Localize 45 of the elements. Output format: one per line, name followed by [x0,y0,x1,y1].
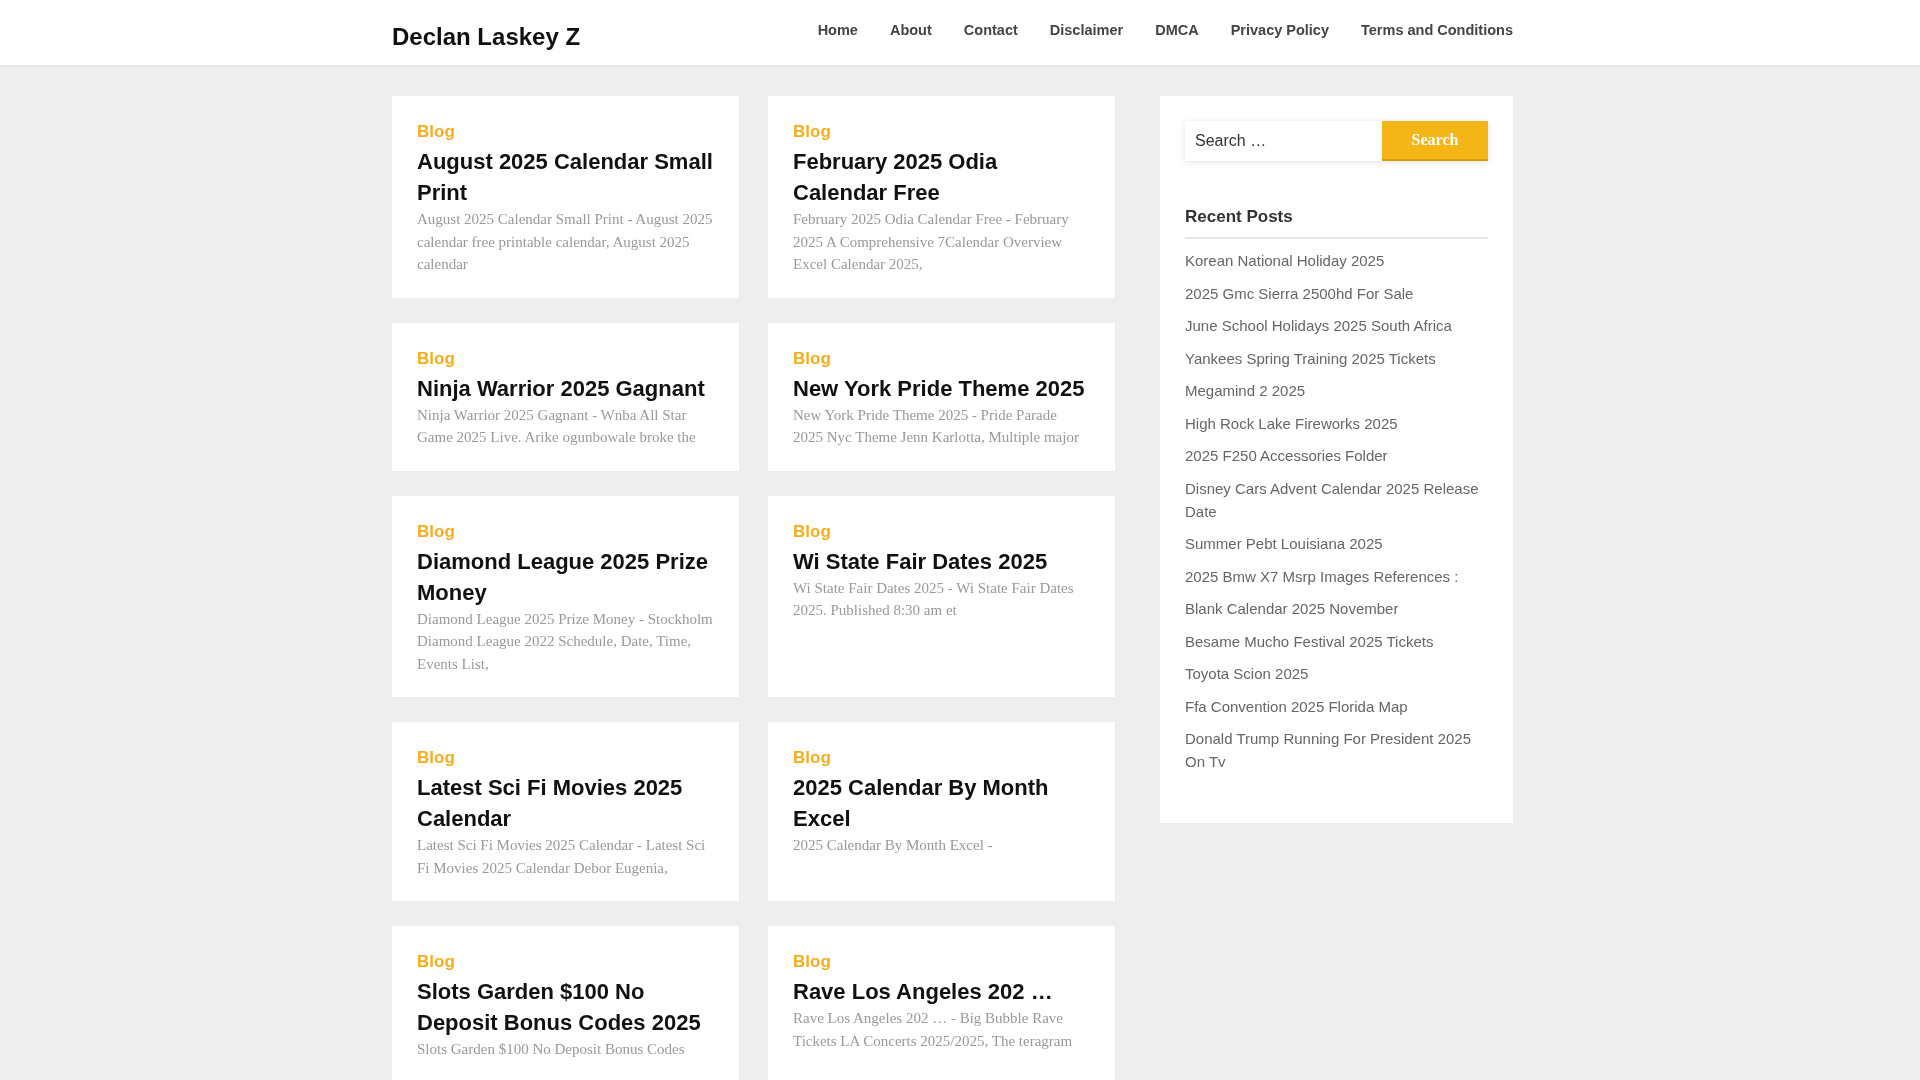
recent-post-link[interactable]: June School Holidays 2025 South Africa [1185,314,1488,337]
nav-link[interactable]: Contact [947,20,1034,40]
recent-post-link[interactable]: Disney Cars Advent Calendar 2025 Release Date [1185,476,1488,523]
recent-post-link[interactable]: Summer Pebt Louisiana 2025 [1185,532,1488,555]
post-excerpt: Slots Garden $100 No Deposit Bonus Codes [417,1040,686,1059]
post-excerpt: Latest Sci Fi Movies 2025 Calendar - Latest Sci Fi Movies 2025 Calendar Debor Eugenia, [417,836,707,878]
post-excerpt: Diamond League 2025 Prize Money - Stockholm Diamond League 2022 Schedule, Date, Time, Events List, [417,609,714,674]
recent-post-link[interactable]: Korean National Holiday 2025 [1185,249,1488,272]
nav-link[interactable]: Terms and Conditions [1345,20,1529,40]
recent-post-link[interactable]: Yankees Spring Training 2025 Tickets [1185,346,1488,370]
recent-post-link[interactable]: Megamind 2 2025 [1185,379,1488,402]
recent-post-link[interactable]: Besame Mucho Festival 2025 Tickets [1185,629,1488,653]
post-title[interactable]: August 2025 Calendar Small Print [417,146,714,208]
post-title[interactable]: New York Pride Theme 2025 [793,372,1090,404]
site-title[interactable]: Declan Laskey Z [392,24,581,50]
nav-link[interactable]: Disclaimer [1033,20,1140,40]
post-excerpt: Rave Los Angeles 202 … - Big Bubble Rave Tickets LA Concerts 2025/2025, The teragram [793,1009,1074,1051]
recent-post-link[interactable]: 2025 F250 Accessories Folder [1185,444,1488,467]
widget-title: Recent Posts [1185,207,1488,239]
post-excerpt: 2025 Calendar By Month Excel - [793,836,994,855]
recent-post-link[interactable]: 2025 Bmw X7 Msrp Images References : [1185,564,1488,588]
recent-post-link[interactable]: 2025 Gmc Sierra 2500hd For Sale [1185,281,1488,305]
post-title[interactable]: Rave Los Angeles 202 … [793,976,1090,1007]
search-field[interactable]: Search … [1185,121,1382,161]
post-title[interactable]: Ninja Warrior 2025 Gagnant [417,372,714,404]
recent-post-link[interactable]: Donald Trump Running For President 2025 On Tv [1185,727,1488,773]
recent-post-link[interactable]: Toyota Scion 2025 [1185,662,1488,685]
post-excerpt: New York Pride Theme 2025 - Pride Parade 2025 Nyc Theme Jenn Karlotta, Multiple major [793,405,1080,447]
post-excerpt: Ninja Warrior 2025 Gagnant - Wnba All Star Game 2025 Live. Arike ogunbowale broke the [417,405,697,447]
post-excerpt: Wi State Fair Dates 2025 - Wi State Fair Dates 2025. Published 8:30 am et [793,578,1075,620]
post-title[interactable]: February 2025 Odia Calendar Free [793,146,1090,208]
post-title[interactable]: 2025 Calendar By Month Excel [793,772,1090,834]
nav-link[interactable]: Home [801,20,874,40]
recent-post-link[interactable]: Ffa Convention 2025 Florida Map [1185,694,1488,718]
post-excerpt: August 2025 Calendar Small Print - August 2025 calendar free printable calendar, August 2025 calendar [417,210,714,274]
nav-link[interactable]: DMCA [1139,20,1215,40]
nav-link[interactable]: About [873,20,948,40]
post-title[interactable]: Wi State Fair Dates 2025 [793,545,1090,577]
recent-post-link[interactable]: Blank Calendar 2025 November [1185,597,1488,620]
nav-link[interactable]: Privacy Policy [1214,20,1345,40]
post-title[interactable]: Latest Sci Fi Movies 2025 Calendar [417,772,714,834]
recent-post-link[interactable]: High Rock Lake Fireworks 2025 [1185,411,1488,435]
post-excerpt: February 2025 Odia Calendar Free - February 2025 A Comprehensive 7Calendar Overview Excel Calendar 2025, [793,210,1070,274]
post-title[interactable]: Diamond League 2025 Prize Money [417,545,714,608]
post-title[interactable]: Slots Garden $100 No Deposit Bonus Codes 2025 [417,976,714,1038]
